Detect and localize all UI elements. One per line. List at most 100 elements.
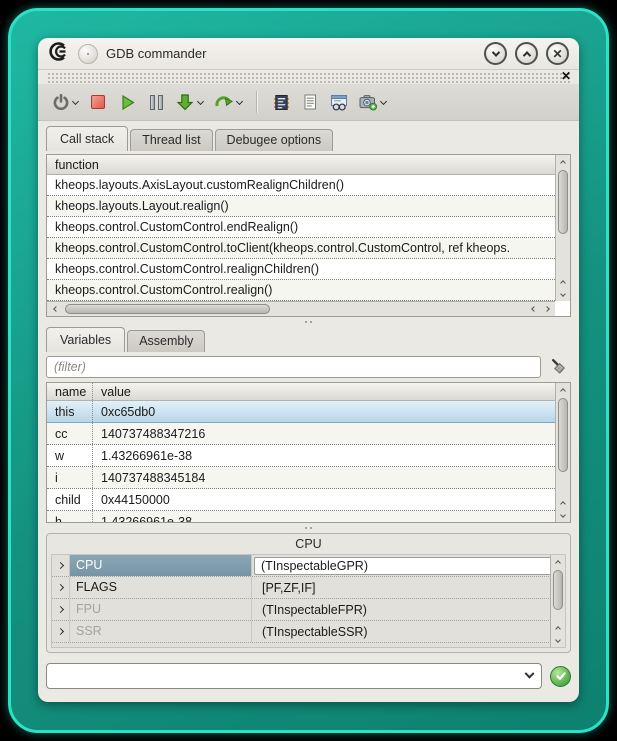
cpu-register-row[interactable]: SSR (TInspectableSSR) xyxy=(52,621,565,643)
call-stack-row[interactable]: kheops.layouts.AxisLayout.customRealignC… xyxy=(47,175,555,196)
variable-row[interactable]: cc 140737488347216 xyxy=(47,423,555,445)
call-stack-row[interactable]: kheops.control.CustomControl.endRealign(… xyxy=(47,217,555,238)
variables-cpu-splitter[interactable] xyxy=(38,523,579,533)
run-button[interactable] xyxy=(115,89,139,115)
scrollbar-thumb[interactable] xyxy=(65,304,270,314)
scrollbar-thumb[interactable] xyxy=(558,398,568,472)
tab-assembly[interactable]: Assembly xyxy=(127,330,205,352)
titlebar[interactable]: GDB commander ✕ xyxy=(38,38,579,70)
register-group-name[interactable]: SSR xyxy=(70,621,252,642)
variable-row[interactable]: child 0x44150000 xyxy=(47,489,555,511)
tab-debugee-options[interactable]: Debugee options xyxy=(215,129,334,151)
titlebar-option-button[interactable] xyxy=(78,44,98,64)
run-icon xyxy=(119,94,136,111)
middle-tabs: Variables Assembly xyxy=(38,327,579,352)
cpu-vertical-scrollbar[interactable] xyxy=(550,555,565,647)
scroll-up-icon[interactable] xyxy=(551,557,565,568)
call-stack-row[interactable]: kheops.control.CustomControl.realign() xyxy=(47,280,555,301)
register-value: [PF,ZF,IF] xyxy=(252,581,565,595)
combo-dropdown-icon[interactable] xyxy=(525,668,535,678)
register-value-editor[interactable]: (TInspectableGPR) xyxy=(254,557,559,575)
register-group-name[interactable]: FPU xyxy=(70,599,252,620)
call-stack-row[interactable]: kheops.control.CustomControl.toClient(kh… xyxy=(47,238,555,259)
register-group-name[interactable]: CPU xyxy=(70,555,252,576)
scroll-left-icon[interactable] xyxy=(527,307,540,311)
output-list-button[interactable] xyxy=(298,89,322,115)
dropdown-chevron-icon xyxy=(380,97,387,104)
power-button[interactable] xyxy=(50,89,81,115)
scroll-up-icon[interactable] xyxy=(556,277,570,288)
scroll-left-icon[interactable] xyxy=(49,307,62,311)
variables-vertical-scrollbar[interactable] xyxy=(555,383,570,522)
cpu-register-row[interactable]: CPU (TInspectableGPR) xyxy=(52,555,565,577)
scroll-up-icon[interactable] xyxy=(551,623,565,634)
maximize-button[interactable] xyxy=(515,42,538,65)
scroll-down-icon[interactable] xyxy=(551,634,565,645)
call-stack-vertical-scrollbar[interactable] xyxy=(555,155,570,301)
call-stack-panel: function kheops.layouts.AxisLayout.custo… xyxy=(46,154,571,317)
column-value[interactable]: value xyxy=(93,383,570,400)
variables-header[interactable]: name value xyxy=(47,383,570,401)
cpu-inspector-groupbox: CPU CPU (TInspectableGPR) FLAGS [PF,ZF,I… xyxy=(46,533,571,653)
cpu-register-row[interactable]: FLAGS [PF,ZF,IF] xyxy=(52,577,565,599)
tab-variables[interactable]: Variables xyxy=(46,327,125,352)
variable-value: 0xc65db0 xyxy=(93,401,555,422)
stop-button[interactable] xyxy=(86,89,110,115)
variable-value: 140737488347216 xyxy=(93,423,555,444)
step-in-icon xyxy=(175,92,195,112)
variable-name: w xyxy=(47,445,93,466)
scroll-down-icon[interactable] xyxy=(556,288,570,299)
clear-filter-button[interactable] xyxy=(547,356,571,378)
scroll-up-icon[interactable] xyxy=(556,385,570,396)
variable-value: 1.43266961e-38 xyxy=(93,511,555,522)
variable-row[interactable]: this 0xc65db0 xyxy=(47,401,555,423)
scrollbar-thumb[interactable] xyxy=(553,570,563,610)
pause-button[interactable] xyxy=(144,89,168,115)
variable-name: cc xyxy=(47,423,93,444)
dropdown-chevron-icon xyxy=(197,97,204,104)
toolbar-separator xyxy=(256,91,258,113)
call-stack-row[interactable]: kheops.layouts.Layout.realign() xyxy=(47,196,555,217)
pause-icon xyxy=(150,95,163,110)
watch-window-button[interactable] xyxy=(327,89,351,115)
call-stack-row[interactable]: kheops.control.CustomControl.realignChil… xyxy=(47,259,555,280)
scroll-up-icon[interactable] xyxy=(556,157,570,168)
scroll-right-icon[interactable] xyxy=(540,307,553,311)
cpu-view-icon xyxy=(272,93,291,112)
column-name[interactable]: name xyxy=(47,383,93,400)
close-button[interactable]: ✕ xyxy=(546,42,569,65)
step-over-icon xyxy=(213,92,234,112)
scroll-down-icon[interactable] xyxy=(556,509,570,520)
expand-chevron-icon[interactable] xyxy=(52,599,70,620)
call-stack-horizontal-scrollbar[interactable] xyxy=(47,301,555,316)
dock-grip[interactable]: ✕ xyxy=(46,71,571,84)
variable-row[interactable]: h 1.43266961e-38 xyxy=(47,511,555,522)
snapshot-button[interactable] xyxy=(356,89,389,115)
dock-close-icon[interactable]: ✕ xyxy=(561,69,571,83)
register-group-name[interactable]: FLAGS xyxy=(70,577,252,598)
expand-chevron-icon[interactable] xyxy=(52,577,70,598)
call-stack-column-header[interactable]: function xyxy=(47,155,570,175)
step-in-button[interactable] xyxy=(173,89,206,115)
gdb-command-input[interactable] xyxy=(55,669,526,684)
gdb-command-combobox[interactable] xyxy=(46,663,542,689)
variable-row[interactable]: i 140737488345184 xyxy=(47,467,555,489)
minimize-button[interactable] xyxy=(484,42,507,65)
scrollbar-thumb[interactable] xyxy=(558,170,568,234)
callstack-variables-splitter[interactable] xyxy=(38,317,579,327)
variable-value: 140737488345184 xyxy=(93,467,555,488)
variable-row[interactable]: w 1.43266961e-38 xyxy=(47,445,555,467)
close-icon: ✕ xyxy=(552,48,562,60)
register-value: (TInspectableSSR) xyxy=(252,625,565,639)
expand-chevron-icon[interactable] xyxy=(52,555,70,576)
expand-chevron-icon[interactable] xyxy=(52,621,70,642)
tab-call-stack[interactable]: Call stack xyxy=(46,126,128,151)
tab-thread-list[interactable]: Thread list xyxy=(130,129,212,151)
filter-input[interactable] xyxy=(46,356,541,378)
cpu-view-button[interactable] xyxy=(269,89,293,115)
step-over-button[interactable] xyxy=(211,89,245,115)
cpu-register-row[interactable]: FPU (TInspectableFPR) xyxy=(52,599,565,621)
scroll-up-icon[interactable] xyxy=(556,498,570,509)
debug-toolbar xyxy=(38,84,579,121)
send-command-button[interactable] xyxy=(550,666,571,687)
